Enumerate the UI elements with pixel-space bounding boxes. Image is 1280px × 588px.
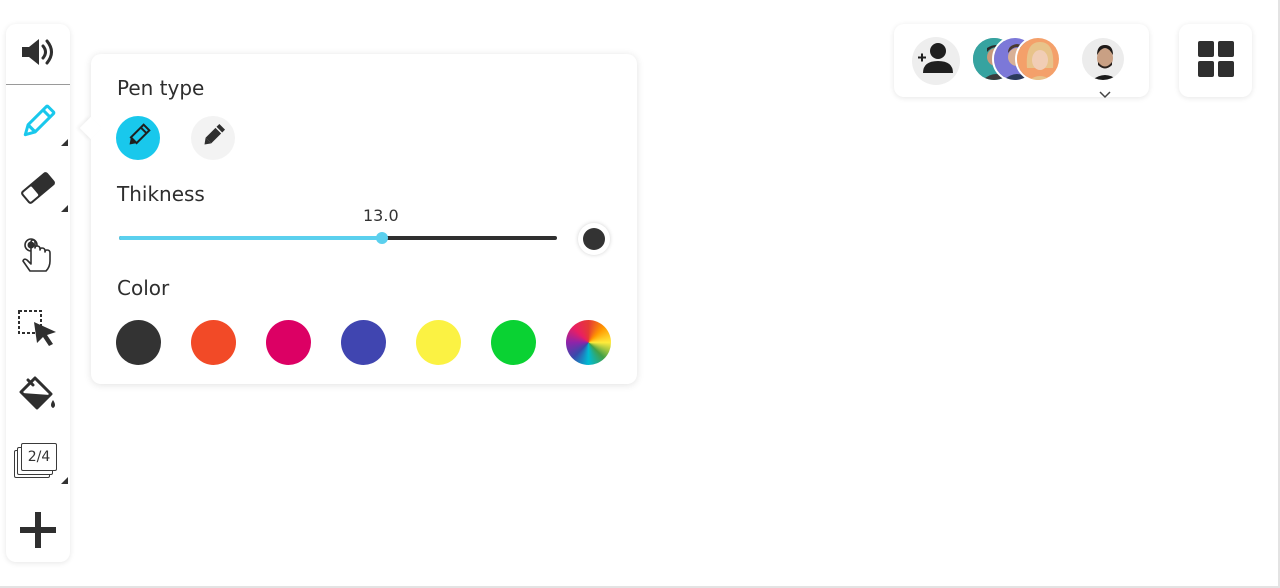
sound-button[interactable]	[6, 24, 70, 80]
thickness-value: 13.0	[363, 206, 399, 225]
thickness-slider-thumb[interactable]	[375, 232, 388, 244]
participant-avatar[interactable]	[1080, 36, 1126, 82]
color-swatch[interactable]	[341, 320, 386, 365]
color-swatch[interactable]	[116, 320, 161, 365]
color-label: Color	[117, 276, 170, 300]
pen-settings-panel: Pen type Thikness 13.0 Color	[91, 54, 637, 384]
submenu-indicator	[61, 477, 68, 484]
pages-button[interactable]: 2/4	[6, 432, 70, 488]
thickness-slider[interactable]	[119, 232, 557, 244]
fill-tool-button[interactable]	[6, 366, 70, 422]
chevron-down-icon[interactable]	[1099, 84, 1111, 103]
pen-icon	[200, 123, 226, 153]
color-swatch[interactable]	[191, 320, 236, 365]
pen-size-preview	[578, 223, 610, 255]
select-tool-button[interactable]	[6, 300, 70, 356]
add-page-button[interactable]	[6, 502, 70, 558]
toolbar-divider	[6, 84, 70, 85]
pages-icon: 2/4	[14, 440, 62, 480]
submenu-indicator	[61, 139, 68, 146]
pen-type-pencil-button[interactable]	[116, 116, 160, 160]
tool-sidebar: 2/4	[6, 24, 70, 562]
pen-size-dot	[583, 228, 605, 250]
selection-arrow-icon	[16, 308, 60, 348]
color-swatch[interactable]	[266, 320, 311, 365]
grid-icon	[1197, 40, 1234, 81]
add-user-icon	[914, 37, 958, 85]
pen-type-pen-button[interactable]	[191, 116, 235, 160]
thickness-label: Thikness	[117, 182, 205, 206]
participant-avatar[interactable]	[1015, 36, 1061, 82]
color-swatch[interactable]	[416, 320, 461, 365]
plus-icon	[18, 510, 58, 550]
pencil-icon	[18, 102, 58, 142]
paint-bucket-icon	[17, 374, 59, 414]
pencil-icon	[125, 123, 151, 153]
color-swatches	[116, 320, 616, 366]
pen-type-label: Pen type	[117, 76, 205, 100]
custom-color-swatch[interactable]	[566, 320, 611, 365]
submenu-indicator	[61, 205, 68, 212]
color-swatch[interactable]	[491, 320, 536, 365]
participants-bar	[894, 24, 1149, 99]
pencil-tool-button[interactable]	[6, 94, 70, 150]
eraser-tool-button[interactable]	[6, 160, 70, 216]
layout-menu-button[interactable]	[1179, 24, 1252, 97]
speaker-icon	[20, 36, 56, 68]
add-participant-button[interactable]	[912, 37, 960, 85]
hand-pointer-icon	[20, 235, 56, 277]
hand-tool-button[interactable]	[6, 228, 70, 284]
page-counter-label: 2/4	[27, 449, 51, 465]
eraser-icon	[17, 170, 59, 206]
thickness-slider-fill	[119, 236, 382, 240]
